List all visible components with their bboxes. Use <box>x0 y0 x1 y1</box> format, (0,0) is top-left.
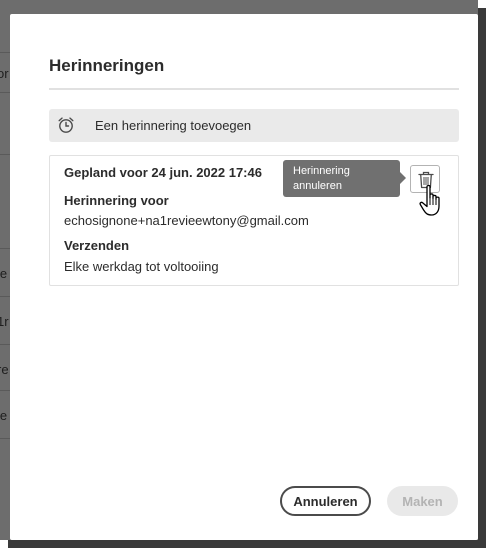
reminder-scheduled: Gepland voor 24 jun. 2022 17:46 <box>64 165 262 180</box>
background-divider <box>0 92 10 93</box>
background-text-fragment: re <box>0 362 9 377</box>
background-divider <box>0 390 10 391</box>
dialog-title: Herinneringen <box>49 56 165 75</box>
background-divider <box>0 154 10 155</box>
reminder-send-value: Elke werkdag tot voltooiing <box>64 259 219 274</box>
background-divider <box>0 248 10 249</box>
reminder-recipient: echosignone+na1revieewtony@gmail.com <box>64 213 309 228</box>
background-divider <box>0 296 10 297</box>
alarm-clock-icon <box>58 117 74 133</box>
cancel-button[interactable]: Annuleren <box>280 486 371 516</box>
tooltip-line: annuleren <box>293 180 342 192</box>
create-button[interactable]: Maken <box>387 486 458 516</box>
frame-shadow <box>8 540 486 548</box>
tooltip-line: Herinnering <box>293 165 350 177</box>
background-divider <box>0 52 10 53</box>
background-text-fragment: 1r <box>0 314 9 329</box>
title-divider <box>49 88 459 90</box>
background-text-fragment: ie <box>0 266 8 281</box>
reminder-send-heading: Verzenden <box>64 238 130 253</box>
reminder-card: Gepland voor 24 jun. 2022 17:46 Herinner… <box>49 155 459 286</box>
background-text-fragment: ie <box>0 408 8 423</box>
add-reminder-label: Een herinnering toevoegen <box>95 118 252 133</box>
background-text-fragment: or <box>0 66 9 81</box>
background-divider <box>0 344 10 345</box>
frame-shadow <box>478 8 486 548</box>
cancel-reminder-tooltip: Herinnering annuleren <box>283 160 400 197</box>
reminders-dialog: Herinneringen Een herinnering toevoegen … <box>10 14 478 540</box>
add-reminder-button[interactable]: Een herinnering toevoegen <box>49 109 459 142</box>
hand-pointer-icon <box>419 184 440 216</box>
tooltip-arrow <box>400 172 406 184</box>
background-divider <box>0 438 10 439</box>
reminder-recipient-heading: Herinnering voor <box>64 193 169 208</box>
